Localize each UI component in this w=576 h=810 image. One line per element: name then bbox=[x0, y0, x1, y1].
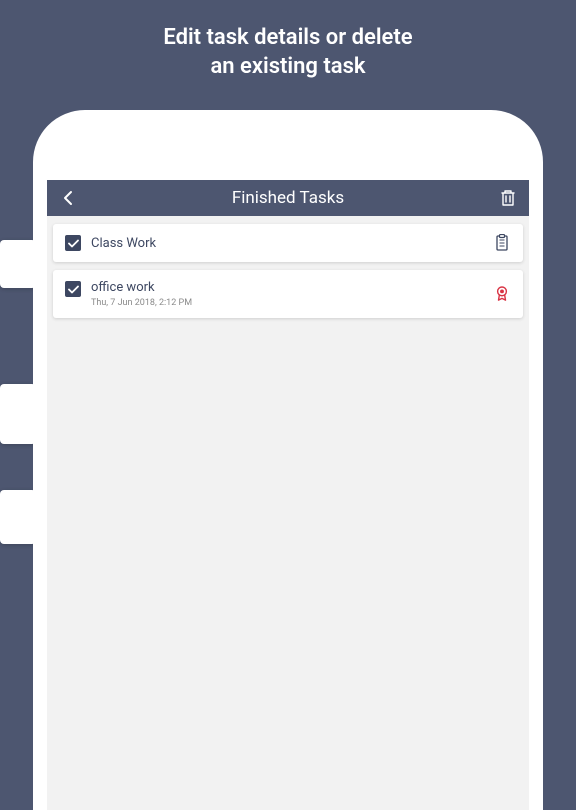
task-content: office work Thu, 7 Jun 2018, 2:12 PM bbox=[91, 280, 493, 308]
phone-screen: Finished Tasks Class Work bbox=[47, 180, 529, 810]
app-header: Finished Tasks bbox=[47, 180, 529, 216]
page-title: Finished Tasks bbox=[232, 188, 344, 208]
task-title: office work bbox=[91, 280, 493, 295]
promo-line-2: an existing task bbox=[20, 53, 556, 82]
task-title: Class Work bbox=[91, 236, 493, 251]
task-content: Class Work bbox=[91, 236, 493, 251]
badge-icon bbox=[493, 285, 511, 303]
back-button[interactable] bbox=[59, 189, 77, 207]
side-tab bbox=[0, 240, 36, 288]
side-tab bbox=[0, 384, 36, 444]
clipboard-icon bbox=[493, 234, 511, 252]
task-list: Class Work bbox=[47, 216, 529, 334]
side-tab bbox=[0, 490, 36, 544]
chevron-left-icon bbox=[63, 190, 73, 206]
phone-frame: Finished Tasks Class Work bbox=[33, 110, 543, 810]
checkmark-icon bbox=[68, 285, 79, 294]
delete-all-button[interactable] bbox=[499, 189, 517, 207]
promo-heading: Edit task details or delete an existing … bbox=[0, 0, 576, 109]
task-row[interactable]: Class Work bbox=[53, 224, 523, 262]
task-checkbox[interactable] bbox=[65, 235, 81, 251]
promo-line-1: Edit task details or delete bbox=[20, 24, 556, 53]
trash-icon bbox=[500, 189, 516, 207]
task-checkbox[interactable] bbox=[65, 281, 81, 297]
task-row[interactable]: office work Thu, 7 Jun 2018, 2:12 PM bbox=[53, 270, 523, 318]
checkmark-icon bbox=[68, 239, 79, 248]
task-timestamp: Thu, 7 Jun 2018, 2:12 PM bbox=[91, 298, 493, 308]
